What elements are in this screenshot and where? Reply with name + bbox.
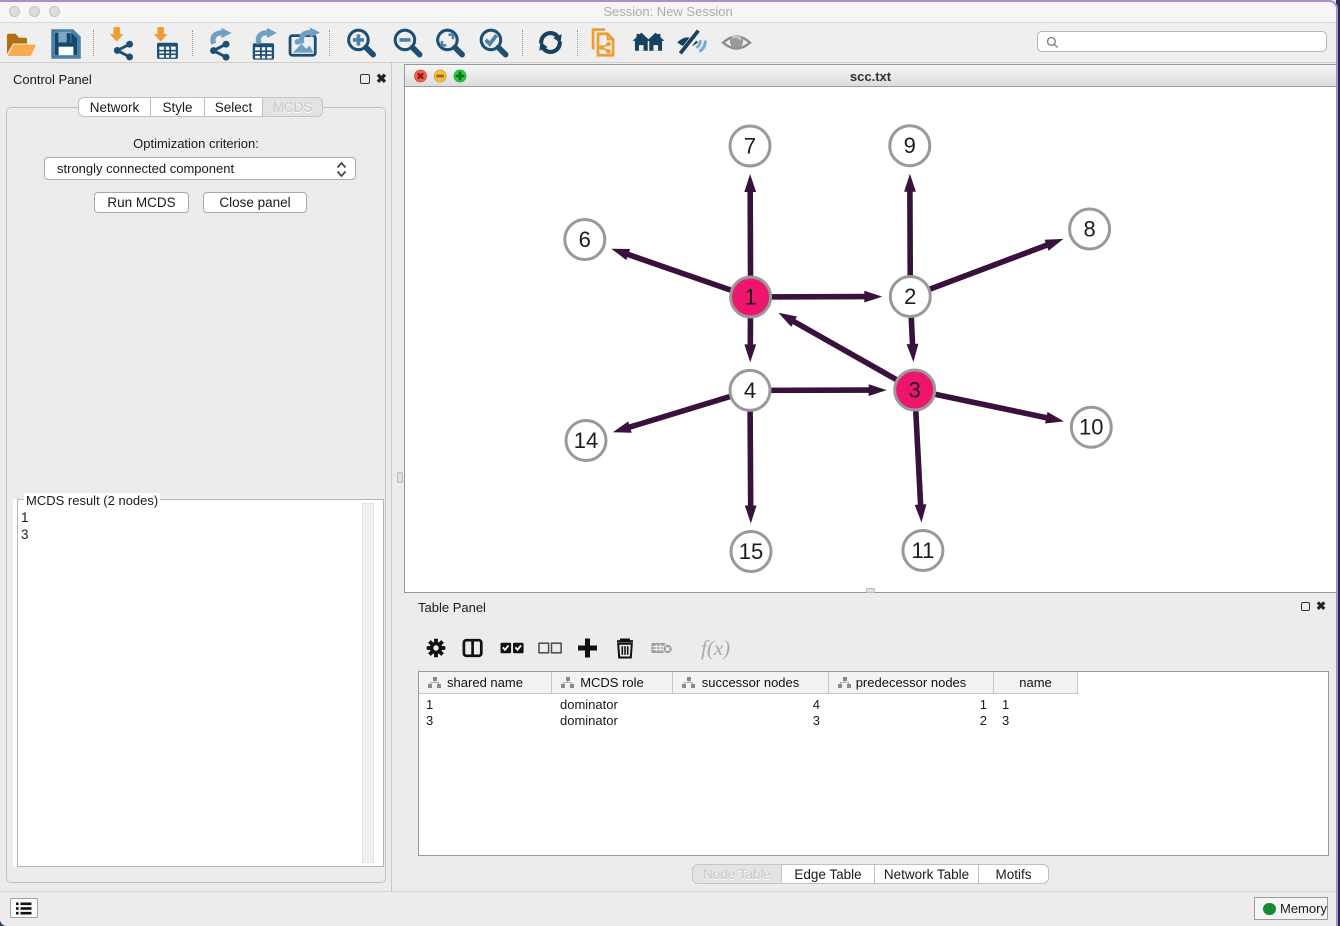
svg-text:f(x): f(x) bbox=[701, 636, 730, 660]
svg-text:14: 14 bbox=[574, 428, 598, 453]
svg-text:15: 15 bbox=[739, 539, 763, 564]
svg-text:7: 7 bbox=[744, 134, 756, 159]
svg-text:6: 6 bbox=[579, 227, 591, 252]
svg-text:10: 10 bbox=[1079, 415, 1103, 440]
svg-text:4: 4 bbox=[744, 378, 756, 403]
svg-text:11: 11 bbox=[911, 538, 934, 563]
svg-text:2: 2 bbox=[904, 284, 916, 309]
svg-text:1: 1 bbox=[744, 285, 756, 310]
svg-text:3: 3 bbox=[909, 378, 921, 403]
svg-text:9: 9 bbox=[904, 133, 916, 158]
svg-text:8: 8 bbox=[1083, 217, 1095, 242]
